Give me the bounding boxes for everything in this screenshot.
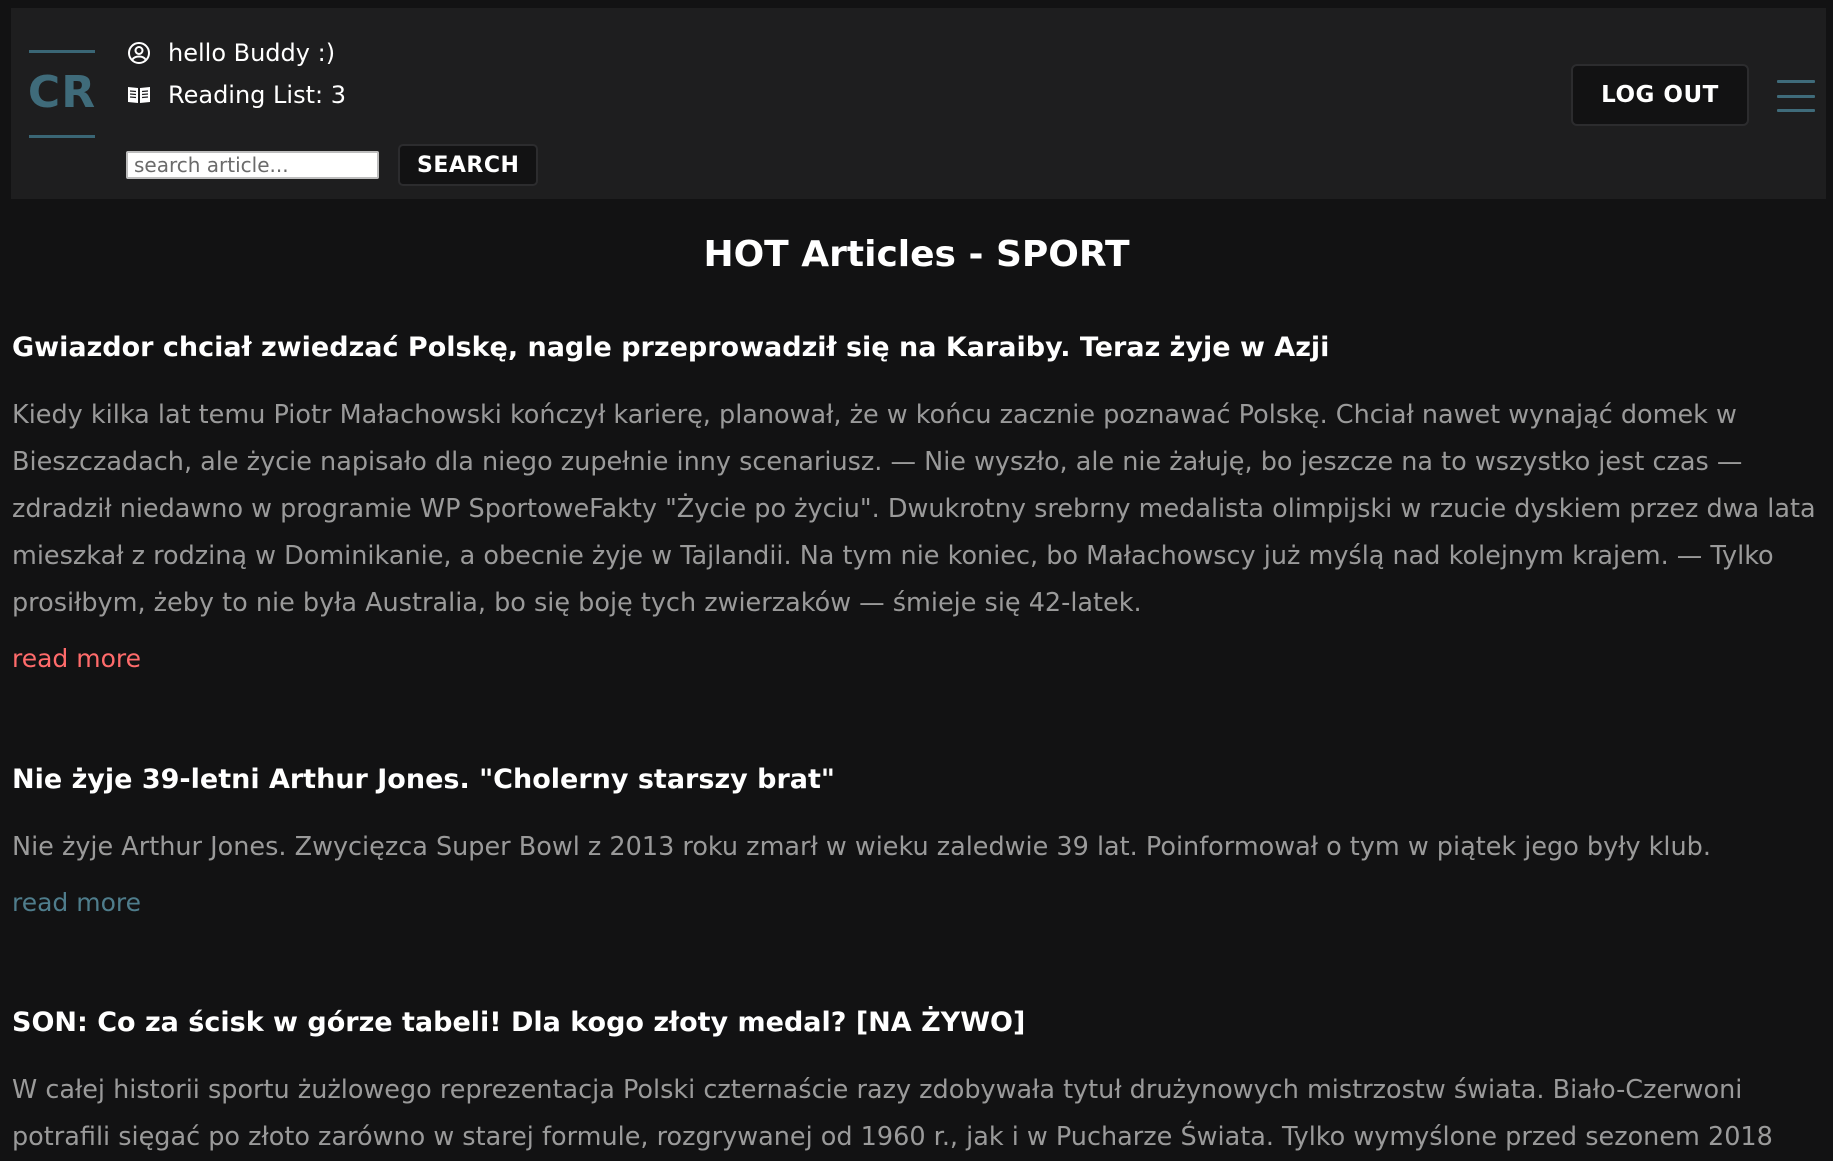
article-item: Nie żyje 39-letni Arthur Jones. "Cholern… [12,754,1822,997]
logo-text: CR [27,67,97,118]
logo-bottom-line [29,135,95,138]
article-body: Nie żyje Arthur Jones. Zwycięzca Super B… [12,832,1711,862]
search-area: SEARCH [126,144,539,186]
article-item: Gwiazdor chciał zwiedzać Polskę, nagle p… [12,322,1822,754]
article-body: Kiedy kilka lat temu Piotr Małachowski k… [12,400,1816,618]
hamburger-menu-icon[interactable] [1777,80,1815,112]
reading-list-text[interactable]: Reading List: 3 [168,81,346,109]
greeting-row: hello Buddy :) [126,32,346,74]
article-title: Gwiazdor chciał zwiedzać Polskę, nagle p… [12,332,1330,363]
top-header: CR hello Buddy :) Reading List: 3 search… [11,8,1826,199]
user-info: hello Buddy :) Reading List: 3 [126,32,346,116]
menu-bar [1777,109,1815,112]
search-input[interactable] [126,151,379,179]
page-title: HOT Articles - SPORT [703,234,1130,275]
reading-list-row[interactable]: Reading List: 3 [126,74,346,116]
article-title: SON: Co za ścisk w górze tabeli! Dla kog… [12,1007,1026,1038]
read-more-link[interactable]: read more [12,639,141,679]
article-item: SON: Co za ścisk w górze tabeli! Dla kog… [12,997,1822,1161]
logo[interactable]: CR [27,50,97,138]
open-book-icon [126,82,152,108]
menu-bar [1777,80,1815,83]
article-body: W całej historii sportu żużlowego reprez… [12,1075,1773,1152]
search-button[interactable]: SEARCH [398,144,539,186]
menu-bar [1777,94,1815,98]
greeting-text: hello Buddy :) [168,39,336,67]
article-title: Nie żyje 39-letni Arthur Jones. "Cholern… [12,764,835,795]
read-more-link[interactable]: read more [12,883,141,923]
logout-button[interactable]: LOG OUT [1571,64,1749,126]
user-circle-icon [126,40,152,66]
articles-list: Gwiazdor chciał zwiedzać Polskę, nagle p… [12,322,1822,1161]
